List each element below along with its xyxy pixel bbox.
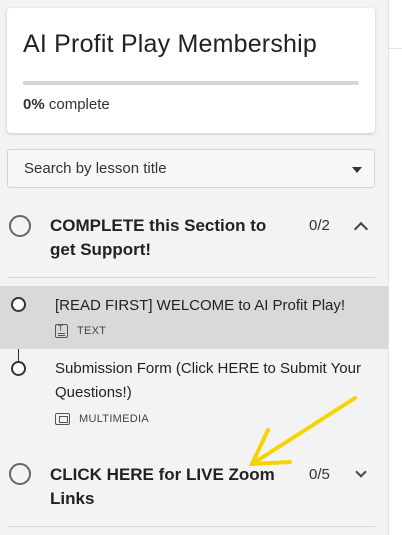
annotation-arrow-icon [248,396,357,467]
